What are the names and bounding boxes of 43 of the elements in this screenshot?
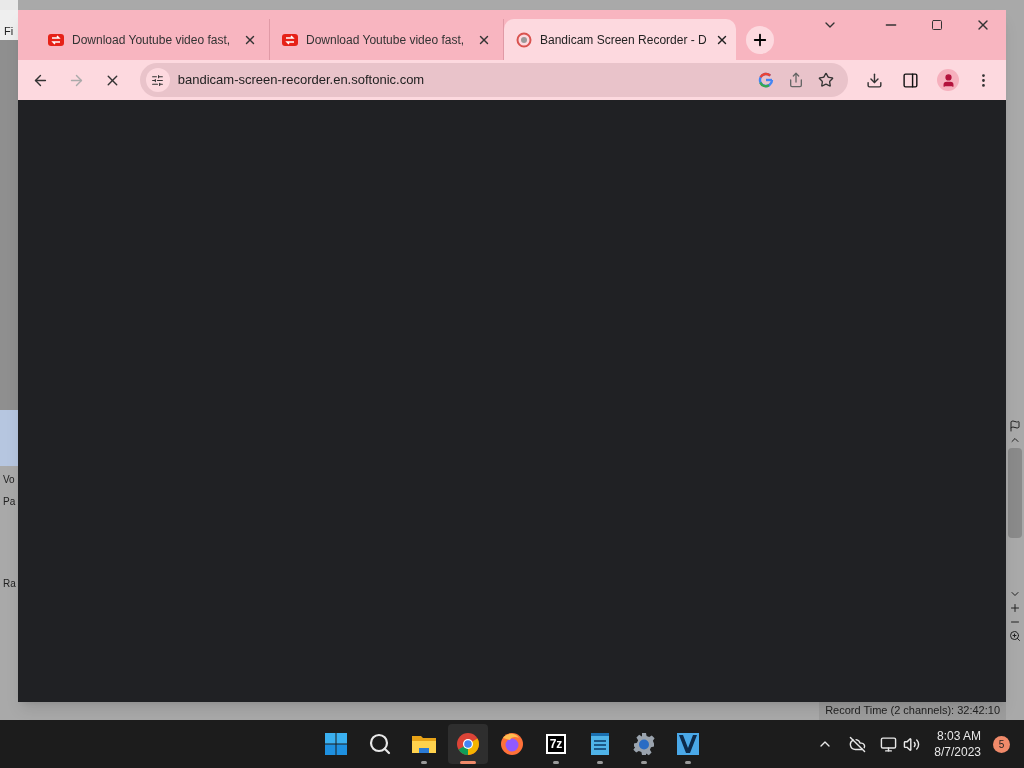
network-icon[interactable] <box>880 735 898 753</box>
bookmark-star-icon[interactable] <box>818 72 835 88</box>
folder-icon[interactable] <box>411 733 437 755</box>
taskbar-button[interactable]: 7z <box>536 724 576 764</box>
url-text: bandicam-screen-recorder.en.softonic.com <box>177 71 426 90</box>
maximize-icon[interactable] <box>931 19 943 31</box>
side-panel-icon[interactable] <box>902 71 920 89</box>
tab-title: Download Youtube video fast, <box>306 31 466 49</box>
cloud-off-icon[interactable] <box>849 735 867 753</box>
search-icon[interactable] <box>368 732 392 756</box>
new-tab-button[interactable] <box>746 25 774 54</box>
tab-title: Bandicam Screen Recorder - D <box>540 31 707 49</box>
scrollbar-thumb[interactable] <box>1008 448 1022 538</box>
track-label: Pa <box>2 496 16 508</box>
clock-date[interactable]: 8/7/2023 <box>934 744 981 760</box>
site-info-icon[interactable] <box>151 73 165 87</box>
notepad-icon[interactable] <box>590 732 610 756</box>
tab-title: Download Youtube video fast, <box>72 31 232 49</box>
marker-icon[interactable] <box>1009 420 1021 432</box>
windows-logo-icon[interactable] <box>324 732 348 756</box>
archiver-icon[interactable]: 7z <box>545 734 567 754</box>
taskbar-button[interactable] <box>448 724 488 764</box>
video-site-icon <box>48 33 64 46</box>
download-icon[interactable] <box>866 71 884 89</box>
record-icon <box>516 31 532 48</box>
profile-avatar[interactable] <box>937 69 960 91</box>
person-icon <box>940 72 956 88</box>
gear-icon[interactable] <box>632 732 656 756</box>
share-icon[interactable] <box>788 72 805 88</box>
video-site-icon <box>282 33 298 46</box>
fox-globe-icon[interactable] <box>500 732 524 756</box>
zoom-in-icon[interactable] <box>1009 602 1021 614</box>
track-label: Vo <box>2 474 15 486</box>
rate-label: Ra <box>2 578 17 590</box>
address-bar[interactable]: bandicam-screen-recorder.en.softonic.com <box>139 63 849 97</box>
volume-icon[interactable] <box>903 735 921 753</box>
clock-time[interactable]: 8:03 AM <box>936 728 981 744</box>
browser-icon[interactable] <box>456 732 480 756</box>
film-v-icon[interactable] <box>676 732 700 756</box>
notification-badge[interactable]: 5 <box>993 735 1010 753</box>
magnifier-icon[interactable] <box>1009 630 1021 642</box>
browser-tab[interactable]: Bandicam Screen Recorder - D <box>504 19 736 60</box>
google-g-icon[interactable] <box>758 72 775 88</box>
